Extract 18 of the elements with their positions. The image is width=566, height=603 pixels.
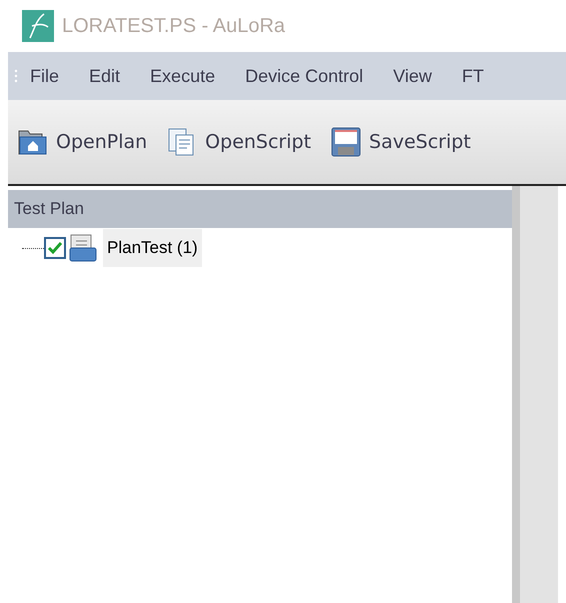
menu-item[interactable]: Device Control (245, 62, 364, 90)
checkbox[interactable] (44, 237, 66, 259)
tree-item[interactable]: PlanTest (1) (103, 229, 202, 267)
menu-item[interactable]: File (30, 62, 60, 90)
menu-item[interactable]: View (393, 62, 432, 90)
splitter-handle[interactable] (512, 186, 520, 603)
toolbar-button[interactable]: SaveScript (331, 127, 471, 157)
document-folder-icon (69, 234, 97, 262)
panel-header: Test Plan (8, 190, 512, 228)
toolbar-button[interactable]: OpenScript (167, 127, 312, 157)
toolbar-button[interactable]: OpenPlan (18, 128, 148, 156)
grip-icon (14, 68, 18, 84)
app-logo-icon (22, 10, 54, 42)
menu-item[interactable]: Execute (150, 62, 216, 90)
window-title: LORATEST.PS - AuLoRa (62, 14, 286, 39)
menu-item[interactable]: Edit (89, 62, 120, 90)
menu-item[interactable]: FT (462, 62, 484, 90)
folder-icon (18, 128, 48, 156)
